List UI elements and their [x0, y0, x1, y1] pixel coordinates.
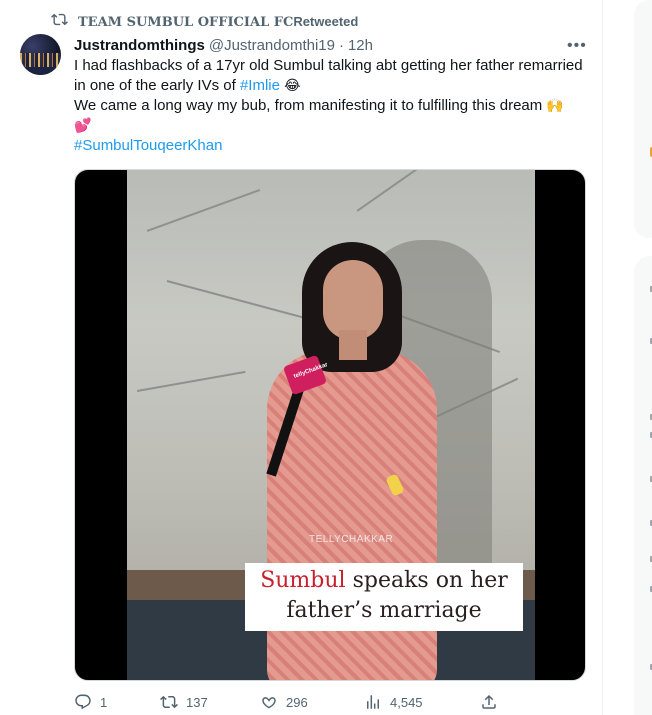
- hashtag-imlie[interactable]: #Imlie: [240, 77, 280, 94]
- reply-icon: [75, 694, 91, 710]
- caption-line2: father’s marriage: [286, 598, 482, 623]
- retweeted-label: Retweeted: [293, 14, 359, 29]
- caption-rest: speaks on her: [345, 568, 508, 593]
- hearts-emoji: 💕: [74, 118, 92, 134]
- tweet-actions: 1 137 296 4,545: [74, 693, 586, 715]
- display-name[interactable]: Justrandomthings: [74, 37, 205, 54]
- timestamp[interactable]: 12h: [348, 37, 373, 54]
- like-count: 296: [286, 694, 308, 710]
- tweet-column: TEAM SUMBUL OFFICIAL FCRetweeted Justran…: [0, 0, 603, 715]
- laugh-emoji: 😂: [284, 78, 301, 94]
- tweet-line2: We came a long way my bub, from manifest…: [74, 97, 547, 114]
- sidebar-card: [634, 0, 652, 238]
- tweet-line1: I had flashbacks of a 17yr old Sumbul ta…: [74, 57, 583, 94]
- views-icon: [367, 695, 379, 709]
- retweet-count: 137: [186, 694, 208, 710]
- reply-count: 1: [100, 694, 108, 710]
- share-button[interactable]: [480, 693, 498, 711]
- like-icon: [262, 697, 276, 709]
- video-caption: Sumbul speaks on her father’s marriage: [245, 563, 523, 631]
- raised-hands-emoji: 🙌: [546, 98, 564, 114]
- tweet-header: Justrandomthings @Justrandomthi19 · 12h: [74, 35, 582, 55]
- video-player[interactable]: tellyChakkar TELLYCHAKKAR Sumbul speaks …: [74, 169, 586, 681]
- views-count: 4,545: [390, 694, 423, 710]
- sidebar-card-2: [634, 256, 652, 715]
- retweet-icon: [51, 11, 68, 33]
- user-handle[interactable]: @Justrandomthi19: [209, 37, 335, 54]
- retweet-button[interactable]: 137: [160, 693, 208, 711]
- avatar[interactable]: [20, 34, 61, 75]
- like-button[interactable]: 296: [260, 693, 308, 711]
- video-frame: tellyChakkar TELLYCHAKKAR Sumbul speaks …: [127, 170, 535, 680]
- share-icon: [482, 694, 496, 709]
- reply-button[interactable]: 1: [74, 693, 107, 711]
- tweet-text: I had flashbacks of a 17yr old Sumbul ta…: [74, 56, 586, 156]
- retweet-icon: [160, 695, 178, 709]
- caption-name: Sumbul: [260, 568, 346, 593]
- watermark: TELLYCHAKKAR: [309, 534, 394, 545]
- right-sidebar: [603, 0, 652, 715]
- retweet-context[interactable]: TEAM SUMBUL OFFICIAL FCRetweeted: [51, 12, 358, 32]
- separator: ·: [338, 36, 344, 54]
- views-button[interactable]: 4,545: [364, 693, 423, 711]
- hashtag-sumbul[interactable]: #SumbulTouqeerKhan: [74, 137, 222, 154]
- more-icon[interactable]: •••: [567, 37, 587, 55]
- retweeter-name[interactable]: TEAM SUMBUL OFFICIAL FC: [78, 15, 293, 30]
